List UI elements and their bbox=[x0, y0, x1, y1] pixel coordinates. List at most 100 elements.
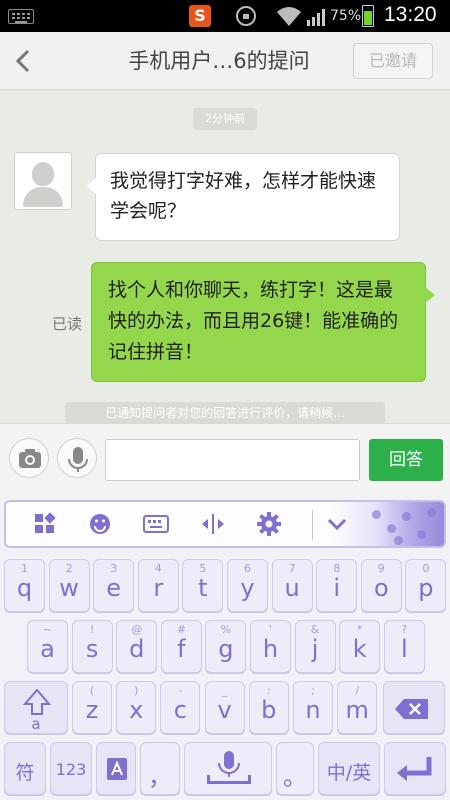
space-voice-key[interactable] bbox=[184, 742, 272, 795]
keyboard-switch-icon[interactable] bbox=[143, 511, 169, 537]
key-label: r bbox=[153, 574, 164, 602]
microphone-icon bbox=[68, 447, 88, 472]
key-v[interactable]: _ v bbox=[204, 681, 245, 734]
language-key-label: 中/英 bbox=[326, 762, 372, 784]
key-label: v bbox=[217, 696, 232, 724]
key-h[interactable]: ' h bbox=[250, 620, 291, 673]
key-label: t bbox=[198, 574, 208, 602]
answer-input[interactable] bbox=[105, 439, 360, 481]
avatar-body-icon bbox=[23, 187, 63, 207]
answer-button[interactable]: 回答 bbox=[369, 439, 443, 481]
chevron-left-icon bbox=[15, 49, 30, 73]
key-q[interactable]: 1q bbox=[4, 559, 45, 612]
input-mode-key[interactable] bbox=[96, 742, 136, 795]
numbers-key[interactable]: 123 bbox=[50, 742, 92, 795]
key-z[interactable]: (z bbox=[72, 681, 112, 734]
message-timestamp: 2分钟前 bbox=[193, 108, 257, 130]
key-f[interactable]: # f bbox=[160, 620, 202, 673]
chevron-down-icon[interactable] bbox=[324, 511, 350, 537]
key-label: u bbox=[284, 574, 300, 602]
symbols-key[interactable]: 符 bbox=[4, 742, 46, 795]
key-label: q bbox=[16, 574, 33, 602]
key-t[interactable]: 5t bbox=[182, 559, 224, 612]
keyboard-notification-icon bbox=[8, 9, 34, 24]
key-p[interactable]: 0p bbox=[405, 559, 447, 612]
invited-button[interactable]: 已邀请 bbox=[353, 43, 433, 79]
chat-area[interactable]: 2分钟前 我觉得打字好难，怎样才能快速学会呢？ 已读 找个人和你聊天，练打字！这… bbox=[0, 91, 450, 423]
battery-percent: 75% bbox=[330, 8, 362, 24]
back-button[interactable] bbox=[8, 44, 40, 78]
wifi-icon bbox=[277, 7, 301, 26]
key-o[interactable]: 9o bbox=[360, 559, 402, 612]
avatar-head-icon bbox=[32, 162, 54, 186]
key-label: e bbox=[106, 574, 122, 602]
key-b[interactable]: :b bbox=[248, 681, 289, 734]
enter-key[interactable] bbox=[384, 742, 446, 795]
key-label: w bbox=[59, 574, 79, 602]
camera-button[interactable] bbox=[9, 438, 49, 478]
enter-icon bbox=[397, 757, 432, 781]
outgoing-message-bubble[interactable]: 找个人和你聊天，练打字！这是最快的办法，而且用26键！能准确的记住拼音！ bbox=[91, 262, 435, 382]
key-label: k bbox=[352, 635, 367, 663]
key-label: h bbox=[262, 635, 279, 663]
rotation-lock-icon bbox=[236, 6, 256, 26]
key-label: g bbox=[218, 635, 234, 663]
status-bar: S 75% 13:20 bbox=[0, 0, 450, 32]
numbers-key-label: 123 bbox=[55, 760, 87, 779]
period-key[interactable]: 。 bbox=[276, 742, 314, 795]
key-label: j bbox=[311, 635, 319, 663]
grid-menu-icon[interactable] bbox=[32, 511, 58, 537]
key-label: f bbox=[177, 635, 186, 663]
handwriting-icon bbox=[107, 758, 127, 780]
key-g[interactable]: % g bbox=[205, 620, 247, 673]
emoji-icon[interactable] bbox=[87, 511, 113, 537]
key-u[interactable]: 7u bbox=[271, 559, 313, 612]
key-label: n bbox=[305, 696, 321, 724]
key-y[interactable]: 6y bbox=[227, 559, 268, 612]
key-s[interactable]: ! s bbox=[71, 620, 113, 673]
key-x[interactable]: ) x bbox=[116, 681, 157, 734]
key-n[interactable]: ; n bbox=[293, 681, 333, 734]
key-j[interactable]: & j bbox=[294, 620, 336, 673]
key-label: c bbox=[173, 696, 187, 724]
language-switch-key[interactable]: 中/英 bbox=[318, 742, 380, 795]
backspace-key[interactable] bbox=[383, 681, 445, 734]
shift-key[interactable]: a bbox=[4, 681, 68, 734]
incoming-message-bubble[interactable]: 我觉得打字好难，怎样才能快速学会呢？ bbox=[87, 153, 400, 241]
key-k[interactable]: * k bbox=[339, 620, 381, 673]
key-e[interactable]: 3e bbox=[93, 559, 135, 612]
key-label: m bbox=[345, 696, 369, 724]
soft-keyboard: 1q2w3e4r5t6y7u8i9o0p ~ a! s @ d # f% g ' h & j * k? l … bbox=[0, 497, 450, 800]
key-label: b bbox=[261, 696, 277, 724]
key-label: p bbox=[418, 574, 434, 602]
battery-icon bbox=[362, 5, 374, 27]
backspace-icon bbox=[395, 699, 428, 719]
key-l[interactable]: ? l bbox=[383, 620, 425, 673]
toolbar-divider bbox=[312, 510, 313, 540]
key-c[interactable]: -c bbox=[160, 681, 201, 734]
key-label: s bbox=[85, 635, 99, 663]
camera-icon bbox=[19, 449, 41, 468]
key-label: i bbox=[333, 574, 341, 602]
read-status: 已读 bbox=[52, 315, 83, 333]
key-label: x bbox=[129, 696, 144, 724]
chat-header: 手机用户…6的提问 已邀请 bbox=[0, 32, 450, 90]
voice-button[interactable] bbox=[57, 438, 97, 478]
key-label: y bbox=[240, 574, 255, 602]
key-a[interactable]: ~ a bbox=[27, 620, 68, 673]
key-m[interactable]: / m bbox=[337, 681, 378, 734]
key-r[interactable]: 4r bbox=[137, 559, 179, 612]
signal-icon bbox=[307, 9, 325, 26]
sogou-input-icon: S bbox=[189, 5, 211, 27]
system-notice: 已通知提问者对您的回答进行评价，请稍候... bbox=[65, 402, 385, 423]
microphone-icon bbox=[207, 751, 251, 784]
key-i[interactable]: 8i bbox=[316, 559, 358, 612]
key-label: o bbox=[373, 574, 389, 602]
comma-key[interactable]: ， bbox=[140, 742, 180, 795]
cursor-move-icon[interactable] bbox=[200, 511, 226, 537]
key-d[interactable]: @ d bbox=[116, 620, 158, 673]
avatar[interactable] bbox=[14, 152, 72, 210]
key-label: l bbox=[400, 635, 408, 663]
gear-icon[interactable] bbox=[256, 511, 282, 537]
key-w[interactable]: 2w bbox=[48, 559, 90, 612]
